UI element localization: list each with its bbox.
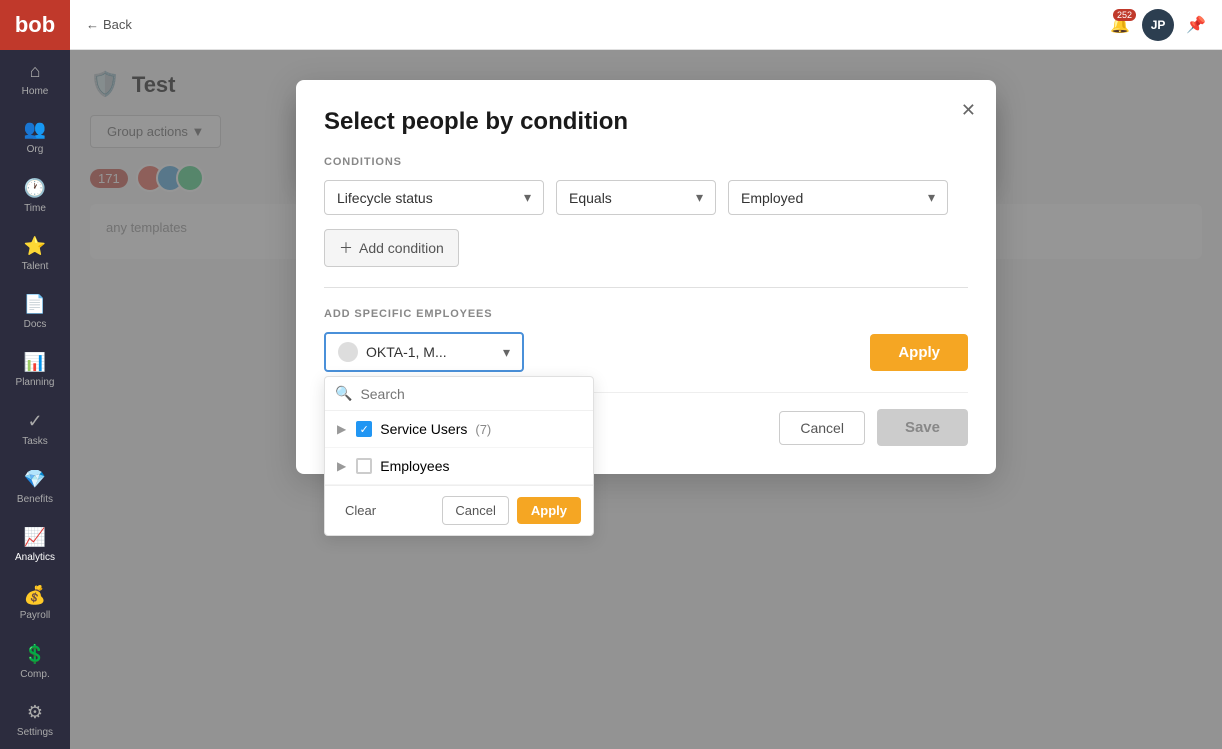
sidebar-item-planning[interactable]: 📊 Planning: [0, 341, 70, 399]
divider: [324, 287, 968, 288]
employees-group-item[interactable]: ▶ Employees: [325, 448, 593, 485]
service-users-count: (7): [475, 422, 491, 437]
add-condition-label: Add condition: [359, 240, 444, 256]
avatar[interactable]: JP: [1142, 9, 1174, 41]
sidebar-item-org[interactable]: 👥 Org: [0, 108, 70, 166]
back-arrow-icon: ←: [86, 17, 99, 32]
operator-dropdown[interactable]: Equals ▾: [556, 180, 716, 215]
main-content: ← Back 🔔 252 JP 📌 🛡️ Test Group actions …: [70, 0, 1222, 749]
clear-button[interactable]: Clear: [337, 497, 384, 524]
chevron-down-icon: ▾: [696, 189, 703, 206]
cancel-main-button[interactable]: Cancel: [779, 411, 865, 445]
tasks-icon: ✓: [27, 411, 42, 432]
sidebar-item-time[interactable]: 🕐 Time: [0, 167, 70, 225]
search-input[interactable]: [360, 386, 583, 402]
employees-label: Employees: [380, 458, 449, 474]
sidebar-item-label: Home: [22, 86, 49, 97]
back-button[interactable]: ← Back: [86, 17, 132, 32]
conditions-row: Lifecycle status ▾ Equals ▾ Employed ▾: [324, 180, 968, 215]
expand-icon: ▶: [337, 422, 346, 436]
sidebar-item-benefits[interactable]: 💎 Benefits: [0, 458, 70, 516]
planning-icon: 📊: [24, 352, 46, 373]
org-icon: 👥: [24, 119, 46, 140]
condition-value-text: Employed: [741, 190, 803, 206]
sidebar-item-label: Analytics: [15, 552, 55, 563]
sidebar-item-label: Docs: [24, 319, 47, 330]
plus-icon: ＋: [339, 238, 353, 258]
select-people-title: Select people by condition: [324, 108, 968, 136]
expand-icon: ▶: [337, 459, 346, 473]
employee-dropdown-popup: 🔍 ▶ ✓ Service Users (7) ▶ Emplo: [324, 376, 594, 536]
sidebar-item-payroll[interactable]: 💰 Payroll: [0, 574, 70, 632]
sidebar-item-home[interactable]: ⌂ Home: [0, 50, 70, 108]
sidebar-item-settings[interactable]: ⚙ Settings: [0, 691, 70, 749]
sidebar-item-tasks[interactable]: ✓ Tasks: [0, 400, 70, 458]
lifecycle-status-dropdown[interactable]: Lifecycle status ▾: [324, 180, 544, 215]
apply-button[interactable]: Apply: [870, 334, 968, 371]
add-condition-button[interactable]: ＋ Add condition: [324, 229, 459, 267]
chevron-down-icon: ▾: [928, 189, 935, 206]
employees-checkbox[interactable]: [356, 458, 372, 474]
employee-select-row: OKTA-1, M... ▾ 🔍 ▶ ✓ Service Users: [324, 332, 968, 372]
sidebar: bob ⌂ Home 👥 Org 🕐 Time ⭐ Talent 📄 Docs …: [0, 0, 70, 749]
topbar-right: 🔔 252 JP 📌: [1110, 9, 1206, 41]
employee-dropdown-label: OKTA-1, M...: [366, 344, 447, 360]
dropdown-search: 🔍: [325, 377, 593, 411]
comp-icon: 💲: [24, 644, 46, 665]
chevron-down-icon: ▾: [503, 344, 510, 361]
select-people-close-button[interactable]: ✕: [961, 100, 976, 121]
chevron-down-icon: ▾: [524, 189, 531, 206]
back-label: Back: [103, 17, 132, 32]
notifications-button[interactable]: 🔔 252: [1110, 15, 1130, 35]
docs-icon: 📄: [24, 294, 46, 315]
specific-employees-label: ADD SPECIFIC EMPLOYEES: [324, 308, 968, 320]
topbar: ← Back 🔔 252 JP 📌: [70, 0, 1222, 50]
benefits-icon: 💎: [24, 469, 46, 490]
employee-dropdown-trigger[interactable]: OKTA-1, M... ▾: [324, 332, 524, 372]
sidebar-item-label: Talent: [22, 261, 49, 272]
analytics-icon: 📈: [24, 527, 46, 548]
sidebar-item-comp[interactable]: 💲 Comp.: [0, 633, 70, 691]
search-icon: 🔍: [335, 385, 352, 402]
sidebar-item-label: Benefits: [17, 494, 53, 505]
service-users-label: Service Users: [380, 421, 467, 437]
dropdown-apply-button[interactable]: Apply: [517, 497, 581, 524]
sidebar-item-label: Planning: [16, 377, 55, 388]
service-users-group-item[interactable]: ▶ ✓ Service Users (7): [325, 411, 593, 448]
sidebar-item-talent[interactable]: ⭐ Talent: [0, 225, 70, 283]
sidebar-item-docs[interactable]: 📄 Docs: [0, 283, 70, 341]
page-content: 🛡️ Test Group actions ▼ 171 any template…: [70, 50, 1222, 749]
talent-icon: ⭐: [24, 236, 46, 257]
dropdown-cancel-button[interactable]: Cancel: [442, 496, 508, 525]
select-people-modal: ✕ Select people by condition CONDITIONS …: [296, 80, 996, 474]
sidebar-item-label: Comp.: [20, 669, 49, 680]
sidebar-item-label: Time: [24, 203, 46, 214]
payroll-icon: 💰: [24, 585, 46, 606]
sidebar-item-analytics[interactable]: 📈 Analytics: [0, 516, 70, 574]
home-icon: ⌂: [30, 61, 41, 82]
employee-avatar: [338, 342, 358, 362]
sidebar-item-label: Payroll: [20, 610, 51, 621]
condition-value-dropdown[interactable]: Employed ▾: [728, 180, 948, 215]
save-button[interactable]: Save: [877, 409, 968, 446]
operator-value: Equals: [569, 190, 612, 206]
sidebar-item-label: Settings: [17, 727, 53, 738]
app-logo[interactable]: bob: [0, 0, 70, 50]
sidebar-item-label: Org: [27, 144, 44, 155]
conditions-label: CONDITIONS: [324, 156, 968, 168]
pin-icon[interactable]: 📌: [1186, 15, 1206, 35]
time-icon: 🕐: [24, 178, 46, 199]
sidebar-item-label: Tasks: [22, 436, 48, 447]
service-users-checkbox[interactable]: ✓: [356, 421, 372, 437]
lifecycle-status-value: Lifecycle status: [337, 190, 433, 206]
settings-icon: ⚙: [27, 702, 43, 723]
notification-count: 252: [1113, 9, 1136, 21]
dropdown-footer: Clear Cancel Apply: [325, 485, 593, 535]
